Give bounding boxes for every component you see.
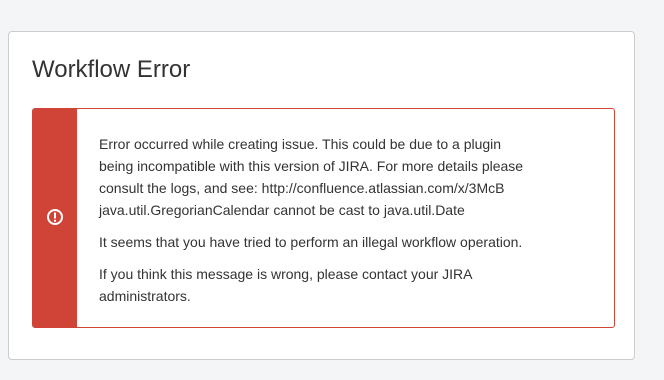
workflow-error-panel: Workflow Error Error occurred while crea… [8, 31, 635, 360]
error-message-body: Error occurred while creating issue. Thi… [99, 133, 599, 317]
error-icon [45, 207, 65, 227]
error-accent-strip [33, 109, 77, 327]
error-detail-paragraph: Error occurred while creating issue. Thi… [99, 133, 599, 221]
error-message-box: Error occurred while creating issue. Thi… [32, 108, 615, 328]
contact-admin-line: administrators. [99, 288, 191, 304]
error-detail-line: Error occurred while creating issue. Thi… [99, 136, 502, 152]
error-detail-line: being incompatible with this version of … [99, 158, 524, 174]
error-detail-line: java.util.GregorianCalendar cannot be ca… [99, 202, 465, 218]
illegal-operation-text: It seems that you have tried to perform … [99, 234, 523, 250]
page-title: Workflow Error [32, 56, 191, 83]
contact-admin-line: If you think this message is wrong, plea… [99, 266, 473, 282]
contact-admin-message: If you think this message is wrong, plea… [99, 263, 599, 307]
illegal-operation-message: It seems that you have tried to perform … [99, 231, 599, 253]
error-detail-line: consult the logs, and see: http://conflu… [99, 180, 505, 196]
